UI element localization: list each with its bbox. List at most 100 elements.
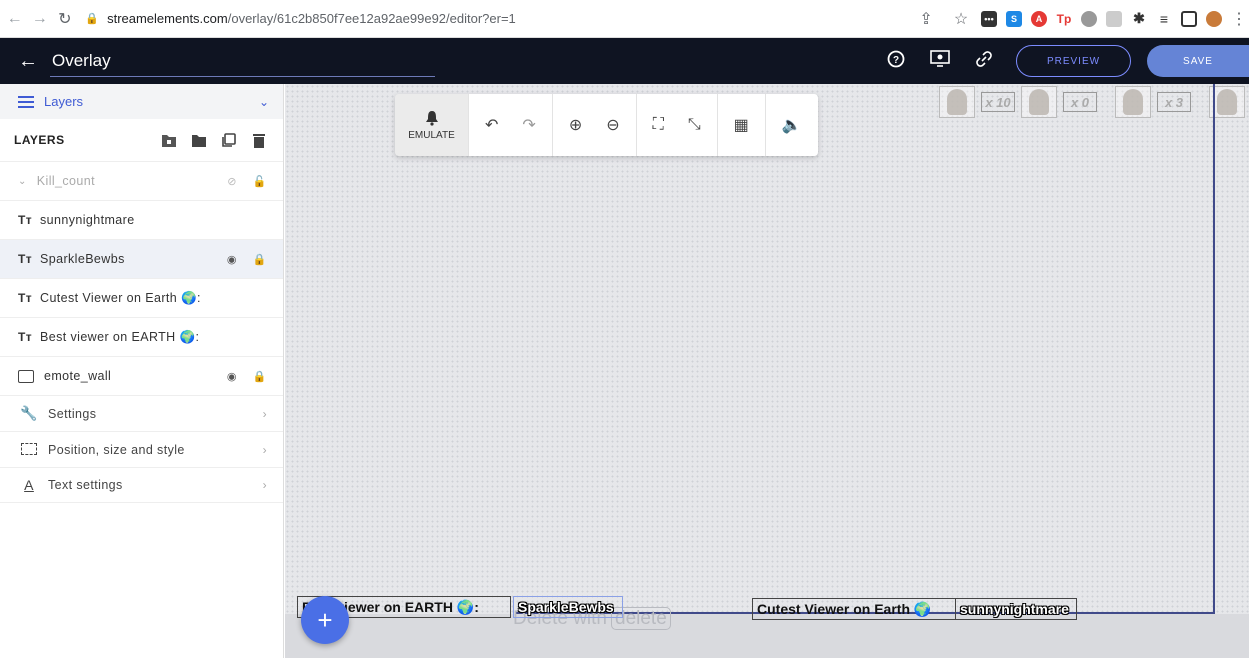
folder-icon[interactable] bbox=[191, 133, 207, 148]
editor-canvas[interactable]: EMULATE ↶ ↷ ⊕ ⊖ ⛶ ⤡ ▦ 🔈 x 10 x 0 x 3 x 6 bbox=[285, 84, 1249, 658]
emulate-button[interactable]: EMULATE bbox=[395, 94, 468, 156]
url-path: /overlay/61c2b850f7ee12a92ae99e92/editor… bbox=[227, 11, 516, 26]
fullscreen-icon[interactable]: ⛶ bbox=[653, 116, 664, 134]
layer-label: emote_wall bbox=[44, 369, 112, 383]
address-bar[interactable]: 🔒 streamelements.com/overlay/61c2b850f7e… bbox=[85, 5, 911, 33]
preview-button[interactable]: PREVIEW bbox=[1016, 45, 1131, 77]
screen-settings-icon[interactable] bbox=[918, 50, 962, 72]
layers-section-label: Layers bbox=[44, 94, 84, 109]
extension-icon-1[interactable]: ••• bbox=[981, 10, 998, 27]
layer-label: Cutest Viewer on Earth 🌍: bbox=[40, 290, 201, 305]
adblock-icon[interactable]: A bbox=[1031, 10, 1048, 27]
canvas-toolbar: EMULATE ↶ ↷ ⊕ ⊖ ⛶ ⤡ ▦ 🔈 bbox=[395, 94, 818, 156]
chevron-right-icon: › bbox=[262, 442, 267, 457]
chevron-right-icon: › bbox=[262, 478, 267, 492]
viewer-avatar-image bbox=[939, 86, 975, 118]
chevron-down-icon[interactable]: ⌄ bbox=[18, 176, 27, 187]
layer-row-sparklebewbs[interactable]: Tт SparkleBewbs ◉ 🔒 bbox=[0, 239, 283, 278]
viewer-avatar-image bbox=[1115, 86, 1151, 118]
viewer-avatar-image bbox=[1021, 86, 1057, 118]
reload-icon[interactable]: ↻ bbox=[54, 9, 75, 29]
kill-count-label: x 0 bbox=[1063, 92, 1097, 112]
settings-label: Settings bbox=[48, 406, 97, 421]
layers-toolbar: LAYERS bbox=[0, 119, 283, 161]
settings-section[interactable]: 🔧 Settings › bbox=[0, 395, 283, 431]
text-layer-icon: Tт bbox=[18, 213, 33, 227]
link-icon[interactable] bbox=[962, 50, 1006, 73]
back-icon[interactable]: ← bbox=[4, 10, 25, 28]
chevron-right-icon: › bbox=[262, 406, 267, 421]
layer-row-best-viewer[interactable]: Tт Best viewer on EARTH 🌍: bbox=[0, 317, 283, 356]
share-icon[interactable]: ⇪ bbox=[915, 9, 937, 29]
layer-label: Kill_count bbox=[36, 174, 95, 188]
volume-icon[interactable]: 🔈 bbox=[782, 115, 802, 135]
layers-sidebar: Layers ⌄ LAYERS ⌄ Kill_count ⊘ 🔓 Tт sunny… bbox=[0, 84, 284, 658]
sparklebewbs-text-element[interactable]: SparkleBewbs bbox=[513, 596, 623, 618]
redo-icon[interactable]: ↷ bbox=[522, 115, 535, 135]
extension-icon-tp[interactable]: Tp bbox=[1056, 11, 1072, 27]
exit-fullscreen-icon[interactable]: ⤡ bbox=[688, 116, 701, 134]
kill-count-label: x 10 bbox=[981, 92, 1015, 112]
url-host: streamelements.com bbox=[107, 11, 228, 26]
profile-avatar[interactable] bbox=[1206, 10, 1223, 27]
forward-icon[interactable]: → bbox=[29, 10, 50, 28]
lock-icon[interactable]: 🔒 bbox=[253, 253, 267, 266]
text-settings-label: Text settings bbox=[48, 478, 123, 492]
position-size-style-label: Position, size and style bbox=[48, 442, 185, 457]
text-layer-icon: Tт bbox=[18, 252, 33, 266]
text-layer-icon: Tт bbox=[18, 330, 33, 344]
cutest-viewer-text-element[interactable]: Cutest Viewer on Earth 🌍 bbox=[752, 598, 956, 620]
sound-group: 🔈 bbox=[764, 94, 818, 156]
bookmark-star-icon[interactable]: ☆ bbox=[950, 9, 972, 29]
layer-row-cutest-viewer[interactable]: Tт Cutest Viewer on Earth 🌍: bbox=[0, 278, 283, 317]
dashed-box-icon bbox=[20, 442, 38, 458]
eye-off-icon[interactable]: ⊘ bbox=[227, 175, 237, 188]
zoom-group: ⊕ ⊖ bbox=[551, 94, 636, 156]
back-arrow-icon[interactable]: ← bbox=[18, 50, 38, 73]
layer-label: sunnynightmare bbox=[40, 213, 135, 227]
position-size-style-section[interactable]: Position, size and style › bbox=[0, 431, 283, 467]
reading-list-icon[interactable]: ≡ bbox=[1156, 11, 1172, 27]
extension-icon-6[interactable] bbox=[1106, 10, 1123, 27]
overlay-title-input[interactable] bbox=[50, 45, 435, 77]
grid-icon[interactable]: ▦ bbox=[734, 115, 749, 135]
layers-stack-icon bbox=[18, 95, 34, 108]
text-underline-icon: A bbox=[24, 477, 34, 493]
side-panel-icon[interactable] bbox=[1181, 10, 1198, 27]
layers-section-header[interactable]: Layers ⌄ bbox=[0, 84, 283, 119]
fit-group: ⛶ ⤡ bbox=[635, 94, 717, 156]
add-widget-button[interactable]: + bbox=[301, 596, 349, 644]
browser-toolbar: ← → ↻ 🔒 streamelements.com/overlay/61c2b… bbox=[0, 0, 1249, 38]
help-icon[interactable]: ? bbox=[874, 50, 918, 73]
zoom-out-icon[interactable]: ⊖ bbox=[606, 115, 619, 135]
layer-row-sunnynightmare[interactable]: Tт sunnynightmare bbox=[0, 200, 283, 239]
extension-icon-5[interactable] bbox=[1081, 10, 1098, 27]
eye-icon[interactable]: ◉ bbox=[227, 253, 237, 266]
save-button[interactable]: SAVE bbox=[1147, 45, 1249, 77]
zoom-in-icon[interactable]: ⊕ bbox=[569, 115, 582, 135]
puzzle-icon[interactable]: ✱ bbox=[1131, 10, 1147, 27]
text-settings-section[interactable]: A Text settings › bbox=[0, 467, 283, 503]
browser-menu-icon[interactable]: ⋮ bbox=[1231, 9, 1247, 29]
trash-icon[interactable] bbox=[251, 133, 267, 148]
eye-icon[interactable]: ◉ bbox=[227, 370, 237, 383]
extension-icon-2[interactable]: S bbox=[1006, 10, 1023, 27]
folder-add-icon[interactable] bbox=[161, 133, 177, 148]
layer-row-kill-count[interactable]: ⌄ Kill_count ⊘ 🔓 bbox=[0, 161, 283, 200]
canvas-bottom-area bbox=[285, 614, 1249, 658]
grid-group: ▦ bbox=[716, 94, 765, 156]
svg-text:?: ? bbox=[893, 55, 899, 66]
layer-label: Best viewer on EARTH 🌍: bbox=[40, 329, 200, 344]
overlay-boundary bbox=[1213, 84, 1215, 614]
unlock-icon[interactable]: 🔓 bbox=[253, 175, 267, 188]
kill-count-widget[interactable]: x 10 x 0 x 3 x 6 bbox=[939, 86, 1249, 118]
lock-icon: 🔒 bbox=[85, 13, 100, 25]
duplicate-icon[interactable] bbox=[221, 132, 237, 148]
layer-row-emote-wall[interactable]: emote_wall ◉ 🔒 bbox=[0, 356, 283, 395]
undo-icon[interactable]: ↶ bbox=[485, 115, 498, 135]
chevron-down-icon: ⌄ bbox=[258, 94, 269, 109]
sunnynightmare-text-element[interactable]: sunnynightmare bbox=[955, 598, 1077, 620]
lock-icon[interactable]: 🔒 bbox=[253, 370, 267, 383]
layers-heading: LAYERS bbox=[14, 133, 65, 147]
image-layer-icon bbox=[18, 369, 34, 383]
